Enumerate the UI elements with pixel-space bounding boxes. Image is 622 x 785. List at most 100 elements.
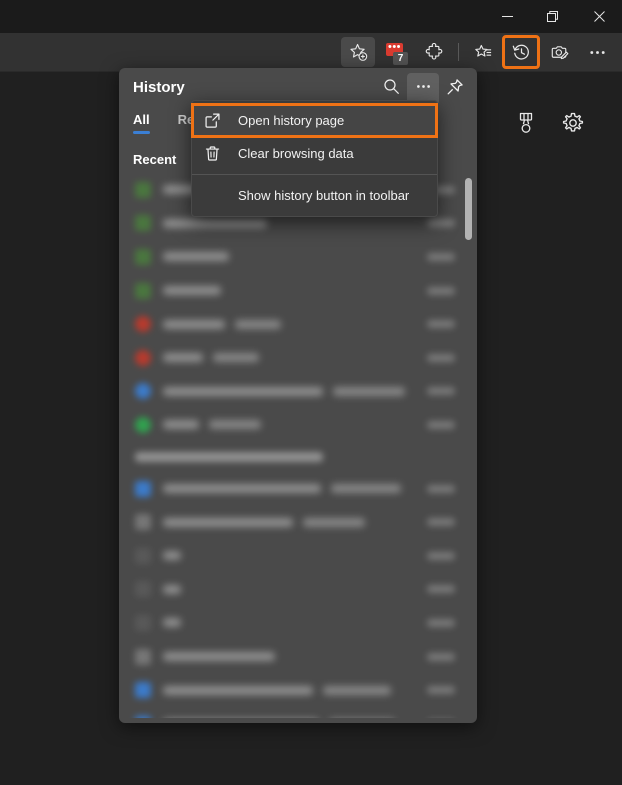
history-pin-button[interactable] <box>439 73 471 105</box>
history-item-subtitle <box>235 319 281 329</box>
history-item-subtitle <box>331 484 401 494</box>
history-item-title <box>163 319 225 329</box>
history-button[interactable] <box>502 35 540 69</box>
history-list-item[interactable] <box>127 673 469 707</box>
minimize-button[interactable] <box>484 0 530 33</box>
history-item-time <box>427 585 455 594</box>
extensions-button[interactable] <box>417 37 451 67</box>
history-list-item[interactable] <box>127 539 469 573</box>
history-panel-title: History <box>133 79 185 96</box>
rewards-button[interactable] <box>516 112 536 139</box>
history-item-title <box>163 484 321 494</box>
favicon-icon <box>135 181 151 198</box>
history-group-label <box>135 451 323 462</box>
history-list-item[interactable] <box>127 375 469 409</box>
history-list-item[interactable] <box>127 240 469 274</box>
history-item-subtitle <box>303 517 365 527</box>
history-options-context-menu: Open history page Clear browsing data Show… <box>191 100 438 217</box>
gear-icon <box>562 112 584 139</box>
history-item-time <box>427 320 455 329</box>
favicon-icon <box>135 682 151 699</box>
menu-item-show-history-button-in-toolbar[interactable]: Show history button in toolbar <box>192 179 437 212</box>
history-item-title <box>163 252 229 262</box>
collections-badge-count: 7 <box>393 52 408 65</box>
history-item-subtitle <box>333 386 405 396</box>
history-scrollbar-thumb[interactable] <box>465 178 472 240</box>
favorites-star-list-icon <box>474 43 493 62</box>
history-item-time <box>427 286 455 295</box>
history-item-title <box>163 353 203 363</box>
favicon-icon <box>135 416 151 433</box>
ellipsis-icon <box>588 43 607 62</box>
page-action-icons <box>516 112 584 139</box>
history-item-title <box>163 652 275 662</box>
search-icon <box>383 78 400 100</box>
star-plus-icon <box>349 43 368 62</box>
history-item-title <box>163 386 323 396</box>
pin-icon <box>446 78 464 101</box>
history-item-time <box>427 686 455 695</box>
favicon-icon <box>135 581 151 598</box>
history-scrollbar[interactable] <box>465 174 472 714</box>
split-screen-button[interactable] <box>542 37 576 67</box>
history-item-subtitle <box>213 353 259 363</box>
menu-separator <box>192 174 437 175</box>
toolbar-actions: ••• 7 <box>339 33 616 71</box>
history-list-item[interactable] <box>127 505 469 539</box>
history-list-item[interactable] <box>127 408 469 442</box>
tab-all[interactable]: All <box>133 112 150 134</box>
history-list-item[interactable] <box>127 573 469 607</box>
toolbar-divider <box>458 43 459 61</box>
history-item-time <box>427 652 455 661</box>
history-list-item[interactable] <box>127 307 469 341</box>
history-list-item[interactable] <box>127 707 469 718</box>
favicon-icon <box>135 215 151 232</box>
menu-item-clear-browsing-data[interactable]: Clear browsing data <box>192 137 437 170</box>
collections-badge-button[interactable]: ••• 7 <box>379 37 413 67</box>
favicon-icon <box>135 514 151 531</box>
history-item-subtitle <box>323 685 391 695</box>
title-bar <box>0 0 622 33</box>
history-item-title <box>163 685 313 695</box>
menu-item-label: Open history page <box>238 113 345 128</box>
add-favorite-button[interactable] <box>341 37 375 67</box>
settings-and-more-button[interactable] <box>580 37 614 67</box>
favicon-icon <box>135 715 151 718</box>
collections-badge-icon: ••• 7 <box>386 42 408 65</box>
favicon-icon <box>135 248 151 265</box>
favicon-icon <box>135 383 151 400</box>
history-item-time <box>427 420 455 429</box>
history-list-item[interactable] <box>127 640 469 674</box>
puzzle-piece-icon <box>425 42 444 62</box>
favicon-icon <box>135 614 151 631</box>
history-item-title <box>163 618 181 628</box>
favicon-icon <box>135 282 151 299</box>
history-item-title <box>163 218 267 228</box>
settings-button[interactable] <box>562 112 584 139</box>
history-list-item[interactable] <box>127 274 469 308</box>
favorites-button[interactable] <box>466 37 500 67</box>
history-item-time <box>427 484 455 493</box>
history-item-title <box>163 286 221 296</box>
menu-item-open-history-page[interactable]: Open history page <box>191 103 438 138</box>
open-external-icon <box>204 112 226 129</box>
history-item-time <box>427 618 455 627</box>
collections-camera-icon <box>550 43 569 62</box>
history-list-item[interactable] <box>127 341 469 375</box>
browser-toolbar: ••• 7 <box>0 33 622 72</box>
maximize-restore-button[interactable] <box>530 0 576 33</box>
history-item-title <box>163 420 199 430</box>
rewards-medal-icon <box>516 112 536 139</box>
history-item-time <box>427 551 455 560</box>
close-button[interactable] <box>576 0 622 33</box>
history-item-time <box>427 387 455 396</box>
window-controls <box>484 0 622 33</box>
history-list[interactable] <box>127 173 469 718</box>
favicon-icon <box>135 316 151 333</box>
favicon-icon <box>135 349 151 366</box>
favicon-icon <box>135 480 151 497</box>
history-list-item[interactable] <box>127 472 469 506</box>
menu-item-label: Clear browsing data <box>238 146 354 161</box>
history-list-item[interactable] <box>127 606 469 640</box>
history-group-header <box>127 442 469 472</box>
